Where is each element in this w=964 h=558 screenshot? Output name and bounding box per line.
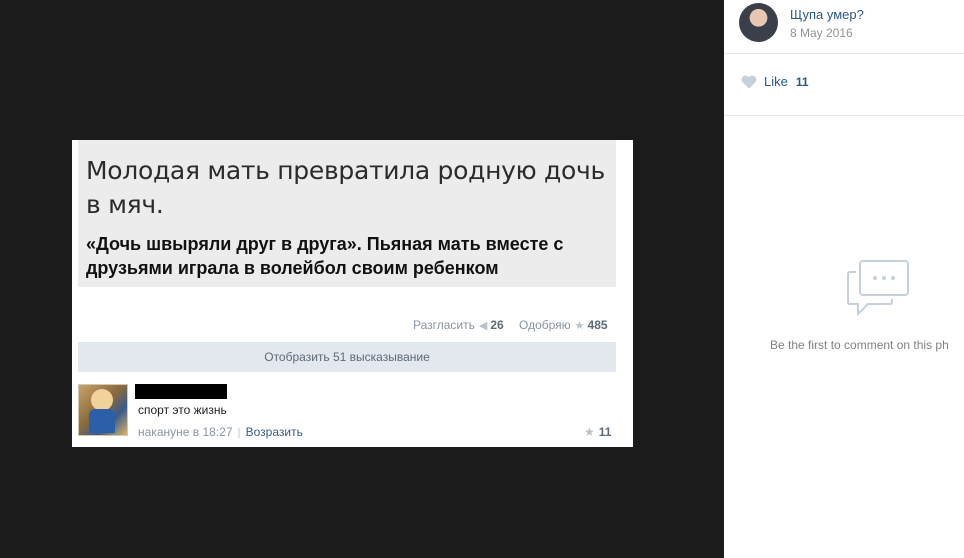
author-name[interactable]: Щупа умер? [790, 7, 864, 22]
dislike-count: 26 [490, 318, 504, 332]
author-header: Щупа умер? 8 May 2016 [724, 0, 964, 54]
post-date[interactable]: 8 May 2016 [790, 26, 853, 40]
comment-like-count: 11 [598, 425, 612, 439]
comment-time: накануне в 18:27 [138, 425, 233, 439]
megaphone-icon: ◀ [478, 319, 488, 332]
redacted-username [135, 384, 227, 399]
comment-avatar [78, 384, 128, 436]
comment-meta: накануне в 18:27 | Возразить [138, 425, 303, 439]
comment-reply-link: Возразить [245, 425, 303, 439]
like-vote: Одобряю ★ 485 [519, 318, 608, 332]
photo[interactable]: Молодая мать превратила родную дочь в мя… [72, 140, 633, 447]
avatar-face [91, 389, 113, 411]
heart-icon [741, 75, 757, 88]
headline: Молодая мать превратила родную дочь в мя… [86, 156, 605, 219]
comments-icon [847, 260, 909, 317]
likes-bar: Like 11 [724, 54, 964, 116]
subheadline: «Дочь швыряли друг в друга». Пьяная мать… [86, 234, 564, 278]
author-avatar[interactable] [739, 3, 778, 42]
show-comments-button: Отобразить 51 высказывание [78, 342, 616, 372]
like-count: 485 [587, 318, 608, 332]
dislike-vote: Разгласить ◀ 26 [413, 318, 504, 332]
dislike-label: Разгласить [413, 318, 475, 332]
like-label: Like [764, 74, 788, 89]
headline-box: Молодая мать превратила родную дочь в мя… [78, 140, 616, 287]
photo-viewer: Молодая мать превратила родную дочь в мя… [0, 0, 724, 558]
like-label: Одобряю [519, 318, 571, 332]
empty-comments-text: Be the first to comment on this ph [770, 338, 949, 352]
star-icon: ★ [574, 319, 585, 332]
avatar-body [89, 409, 115, 433]
separator: | [237, 425, 241, 439]
comment-likes: ★ 11 [584, 425, 611, 439]
comment-text: спорт это жизнь [138, 403, 227, 417]
like-count: 11 [795, 74, 809, 89]
like-button[interactable]: Like 11 [741, 74, 809, 89]
star-icon: ★ [584, 425, 595, 439]
side-panel: Щупа умер? 8 May 2016 Like 11 Be the fir… [724, 0, 964, 558]
